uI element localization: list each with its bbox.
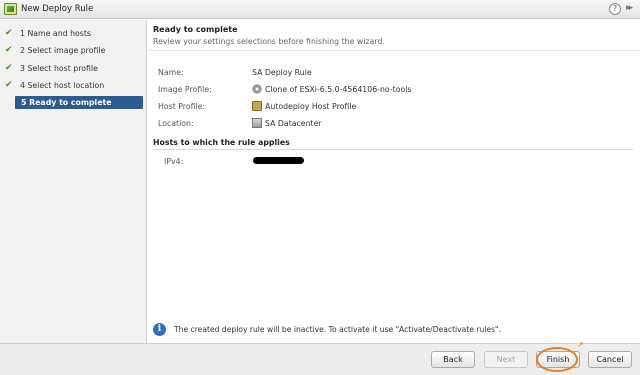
step-select-host-profile[interactable]: ✔ 3 Select host profile xyxy=(5,62,144,75)
wizard-content: Ready to complete Review your settings s… xyxy=(148,20,640,343)
summary-row-image-profile: Image Profile: Clone of ESXi-6.5.0-45641… xyxy=(158,84,628,96)
summary-row-name: Name: SA Deploy Rule xyxy=(158,67,628,79)
step-label: 1 Name and hosts xyxy=(20,29,91,38)
check-icon: ✔ xyxy=(5,45,13,55)
summary-row-host-profile: Host Profile: Autodeploy Host Profile xyxy=(158,101,628,113)
wizard-footer: Back Next Finish Cancel ↗ xyxy=(0,340,640,375)
deploy-rule-icon xyxy=(4,3,17,15)
hosts-section-heading: Hosts to which the rule applies xyxy=(153,138,633,150)
back-button[interactable]: Back xyxy=(431,351,475,368)
check-icon: ✔ xyxy=(5,63,13,73)
expand-icon[interactable]: ▸▸ xyxy=(626,3,633,13)
step-select-host-location[interactable]: ✔ 4 Select host location xyxy=(5,79,144,92)
step-label: 3 Select host profile xyxy=(20,64,98,73)
step-ready-to-complete[interactable]: 5 Ready to complete xyxy=(15,96,143,109)
field-value-wrap: Autodeploy Host Profile xyxy=(252,101,356,113)
step-label: 4 Select host location xyxy=(20,81,105,90)
annotation-arrow-icon: ↗ xyxy=(577,340,584,349)
field-value-wrap: SA Datacenter xyxy=(252,118,322,130)
wizard-steps: ✔ 1 Name and hosts ✔ 2 Select image prof… xyxy=(0,20,147,343)
cd-icon xyxy=(252,84,262,94)
datacenter-icon xyxy=(252,118,262,128)
field-value: SA Datacenter xyxy=(265,119,322,128)
step-select-image-profile[interactable]: ✔ 2 Select image profile xyxy=(5,44,144,57)
check-icon: ✔ xyxy=(5,28,13,38)
ipv4-label: IPv4: xyxy=(164,157,184,166)
finish-highlight-ring xyxy=(536,347,578,372)
step-label: 5 Ready to complete xyxy=(21,98,112,107)
check-icon: ✔ xyxy=(5,80,13,90)
step-name-and-hosts[interactable]: ✔ 1 Name and hosts xyxy=(5,27,144,40)
host-profile-icon xyxy=(252,101,262,111)
title-bar: New Deploy Rule ? ▸▸ xyxy=(0,0,640,19)
info-icon: i xyxy=(153,323,166,336)
field-value: Autodeploy Host Profile xyxy=(265,102,357,111)
field-value: SA Deploy Rule xyxy=(252,68,312,77)
help-icon[interactable]: ? xyxy=(609,3,621,15)
cancel-button[interactable]: Cancel xyxy=(588,351,632,368)
page-title: Ready to complete xyxy=(153,25,238,34)
field-value-wrap: Clone of ESXi-6.5.0-4564106-no-tools xyxy=(252,84,411,96)
window-title: New Deploy Rule xyxy=(21,4,94,14)
summary-row-location: Location: SA Datacenter xyxy=(158,118,628,130)
next-button[interactable]: Next xyxy=(484,351,528,368)
step-label: 2 Select image profile xyxy=(20,46,106,55)
redacted-ipv4-value xyxy=(253,157,304,164)
page-subtitle: Review your settings selections before f… xyxy=(153,37,385,46)
field-label: Host Profile: xyxy=(158,102,206,111)
page-header: Ready to complete Review your settings s… xyxy=(148,20,640,51)
field-label: Image Profile: xyxy=(158,85,212,94)
field-value: Clone of ESXi-6.5.0-4564106-no-tools xyxy=(265,85,412,94)
field-label: Name: xyxy=(158,68,184,77)
field-label: Location: xyxy=(158,119,194,128)
info-text: The created deploy rule will be inactive… xyxy=(174,325,501,334)
